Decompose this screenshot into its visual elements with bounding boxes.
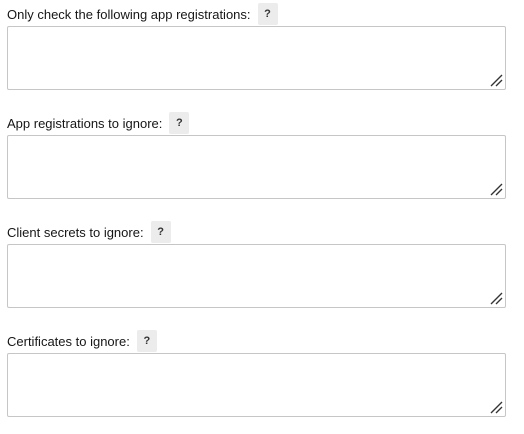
field-label-row: Certificates to ignore: ? [7,329,506,353]
app-registrations-to-ignore-textarea[interactable] [7,135,506,199]
ignore-settings-form: Only check the following app registratio… [0,0,524,434]
help-button[interactable]: ? [150,221,171,243]
field-label-row: Only check the following app registratio… [7,2,506,26]
only-check-app-registrations-textarea[interactable] [7,26,506,90]
field-label-row: Client secrets to ignore: ? [7,220,506,244]
field-certificates-to-ignore: Certificates to ignore: ? [7,329,506,417]
field-only-check-app-registrations: Only check the following app registratio… [7,2,506,90]
field-client-secrets-to-ignore: Client secrets to ignore: ? [7,220,506,308]
client-secrets-to-ignore-textarea[interactable] [7,244,506,308]
resize-handle-icon[interactable] [489,400,503,414]
field-label: Client secrets to ignore: [7,224,144,240]
field-label: Certificates to ignore: [7,333,130,349]
field-label: Only check the following app registratio… [7,6,251,22]
resize-handle-icon[interactable] [489,73,503,87]
field-label: App registrations to ignore: [7,115,163,131]
field-app-registrations-to-ignore: App registrations to ignore: ? [7,111,506,199]
field-label-row: App registrations to ignore: ? [7,111,506,135]
help-button[interactable]: ? [136,330,157,352]
resize-handle-icon[interactable] [489,291,503,305]
help-button[interactable]: ? [169,112,190,134]
help-button[interactable]: ? [257,3,278,25]
certificates-to-ignore-textarea[interactable] [7,353,506,417]
resize-handle-icon[interactable] [489,182,503,196]
